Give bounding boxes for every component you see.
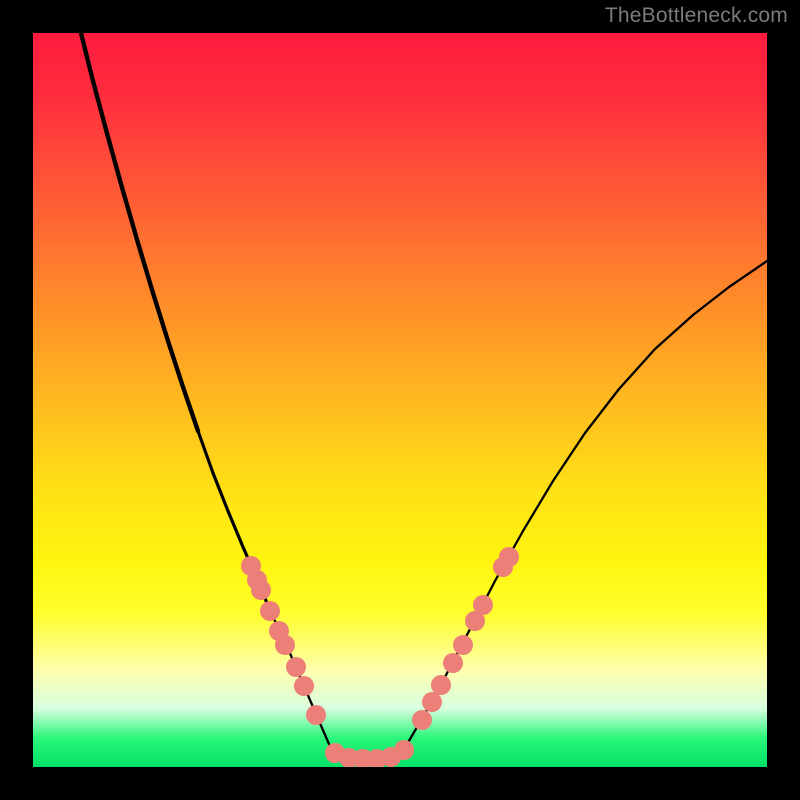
data-point xyxy=(443,653,463,673)
data-point xyxy=(275,635,295,655)
data-point xyxy=(294,676,314,696)
data-point xyxy=(260,601,280,621)
watermark-text: TheBottleneck.com xyxy=(605,4,788,28)
chart-frame: TheBottleneck.com xyxy=(0,0,800,800)
marker-group xyxy=(241,547,519,767)
data-point xyxy=(394,740,414,760)
data-point xyxy=(431,675,451,695)
data-point xyxy=(251,580,271,600)
data-point xyxy=(412,710,432,730)
curve-group xyxy=(81,33,767,759)
data-point xyxy=(422,692,442,712)
data-point xyxy=(499,547,519,567)
data-point xyxy=(306,705,326,725)
data-point xyxy=(473,595,493,615)
series-left-thick xyxy=(81,33,198,431)
data-point xyxy=(453,635,473,655)
chart-overlay xyxy=(33,33,767,767)
plot-area xyxy=(33,33,767,767)
data-point xyxy=(286,657,306,677)
